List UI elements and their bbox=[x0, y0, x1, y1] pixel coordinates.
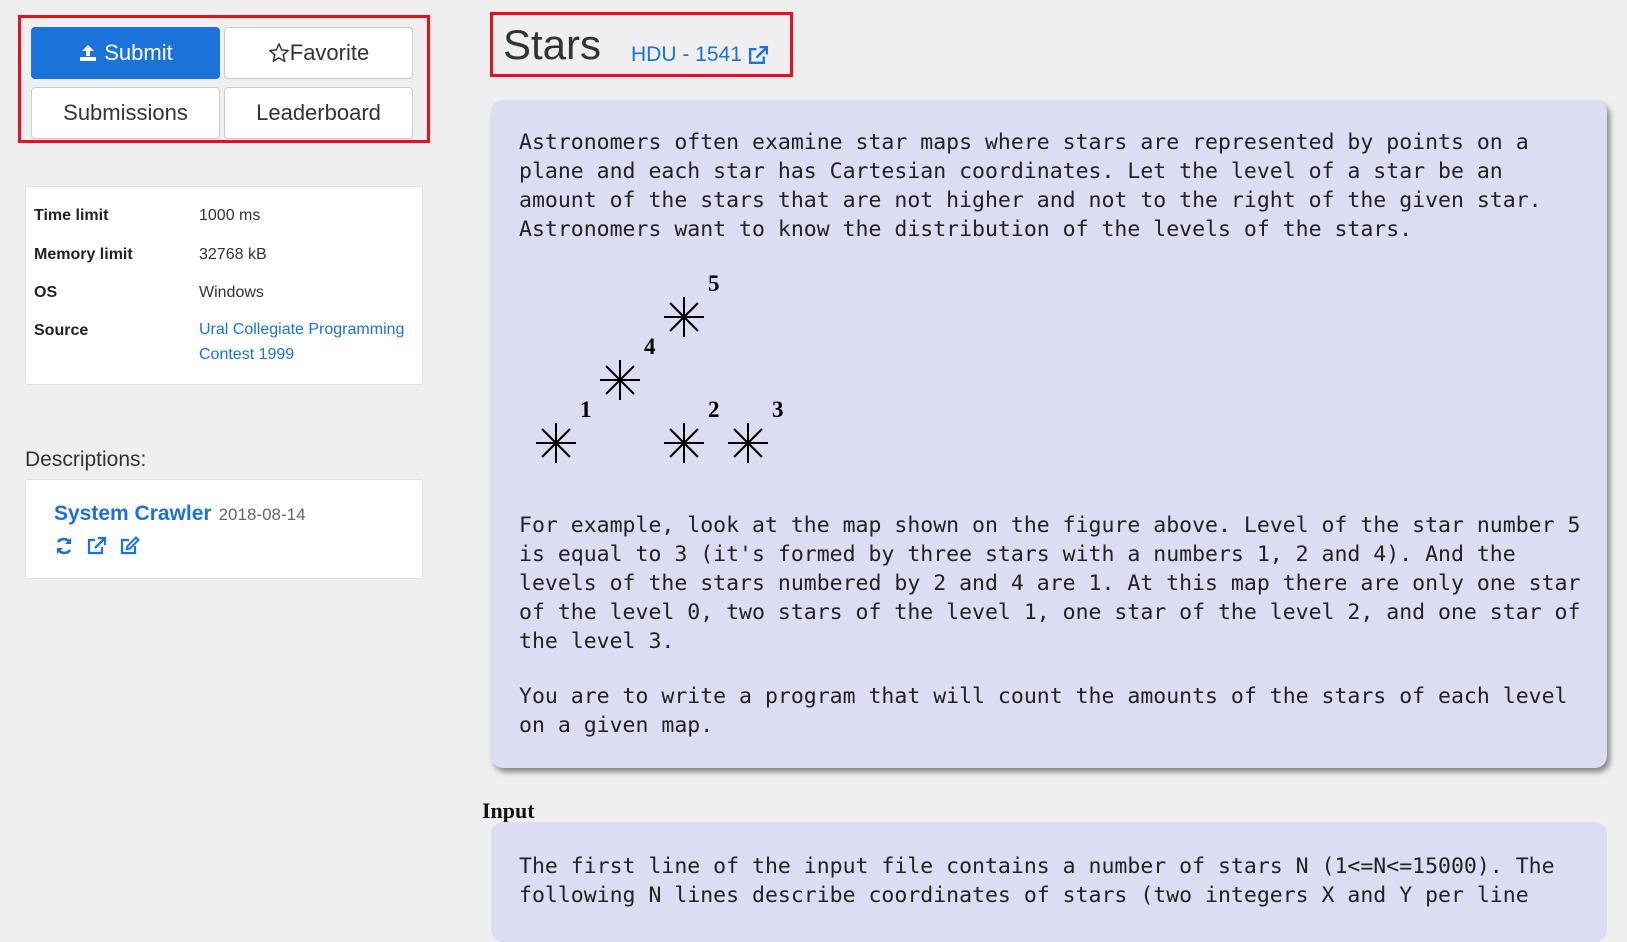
refresh-icon[interactable] bbox=[54, 536, 74, 556]
upload-icon bbox=[80, 45, 97, 61]
memory-limit-label: Memory limit bbox=[34, 246, 133, 263]
os-value: Windows bbox=[199, 284, 264, 301]
problem-example-text: For example, look at the map shown on th… bbox=[519, 513, 1594, 654]
star-5 bbox=[664, 297, 704, 337]
submit-button[interactable]: Submit bbox=[31, 27, 220, 79]
problem-title-box: Stars HDU - 1541 bbox=[490, 12, 793, 77]
input-description-text: The first line of the input file contain… bbox=[519, 854, 1568, 908]
star-label-2: 2 bbox=[708, 397, 720, 422]
star-2 bbox=[664, 423, 704, 463]
os-label: OS bbox=[34, 284, 58, 301]
external-link-icon bbox=[748, 45, 768, 64]
memory-limit-value: 32768 kB bbox=[199, 246, 267, 263]
input-heading: Input bbox=[482, 798, 535, 823]
input-description-card: The first line of the input file contain… bbox=[491, 822, 1607, 942]
star-outline-icon bbox=[268, 43, 289, 62]
problem-task-text: You are to write a program that will cou… bbox=[519, 684, 1581, 738]
star-map-figure: 1 2 3 4 5 bbox=[536, 275, 784, 463]
star-label-4: 4 bbox=[644, 334, 656, 359]
star-label-5: 5 bbox=[708, 275, 720, 296]
problem-description-card: Astronomers often examine star maps wher… bbox=[491, 100, 1607, 768]
leaderboard-label: Leaderboard bbox=[256, 100, 381, 125]
action-button-panel: Submit Favorite Submissions Leaderboard bbox=[18, 15, 430, 143]
leaderboard-button[interactable]: Leaderboard bbox=[224, 87, 413, 139]
time-limit-label: Time limit bbox=[34, 207, 109, 224]
star-4 bbox=[600, 360, 640, 400]
star-1 bbox=[536, 423, 576, 463]
origin-link-label: HDU - 1541 bbox=[631, 43, 742, 66]
source-link[interactable]: Ural Collegiate Programming Contest 1999 bbox=[199, 317, 419, 367]
problem-title: Stars bbox=[503, 21, 602, 68]
star-label-3: 3 bbox=[772, 397, 784, 422]
external-link-icon[interactable] bbox=[86, 536, 107, 556]
problem-info-card: Time limit 1000 ms Memory limit 32768 kB… bbox=[25, 186, 423, 385]
star-label-1: 1 bbox=[580, 397, 592, 422]
favorite-button[interactable]: Favorite bbox=[224, 27, 413, 79]
description-date: 2018-08-14 bbox=[218, 505, 306, 524]
time-limit-value: 1000 ms bbox=[199, 207, 261, 224]
submissions-label: Submissions bbox=[63, 100, 188, 125]
descriptions-heading: Descriptions: bbox=[25, 448, 147, 471]
description-author-link[interactable]: System Crawler bbox=[54, 502, 212, 526]
origin-link[interactable]: HDU - 1541 bbox=[631, 43, 769, 67]
problem-intro-text: Astronomers often examine star maps wher… bbox=[519, 130, 1555, 242]
description-card: System Crawler 2018-08-14 bbox=[25, 479, 423, 579]
submit-label: Submit bbox=[104, 40, 173, 65]
source-label: Source bbox=[34, 322, 89, 339]
submissions-button[interactable]: Submissions bbox=[31, 87, 220, 139]
favorite-label: Favorite bbox=[289, 40, 370, 65]
star-3 bbox=[728, 423, 768, 463]
edit-icon[interactable] bbox=[119, 536, 140, 556]
